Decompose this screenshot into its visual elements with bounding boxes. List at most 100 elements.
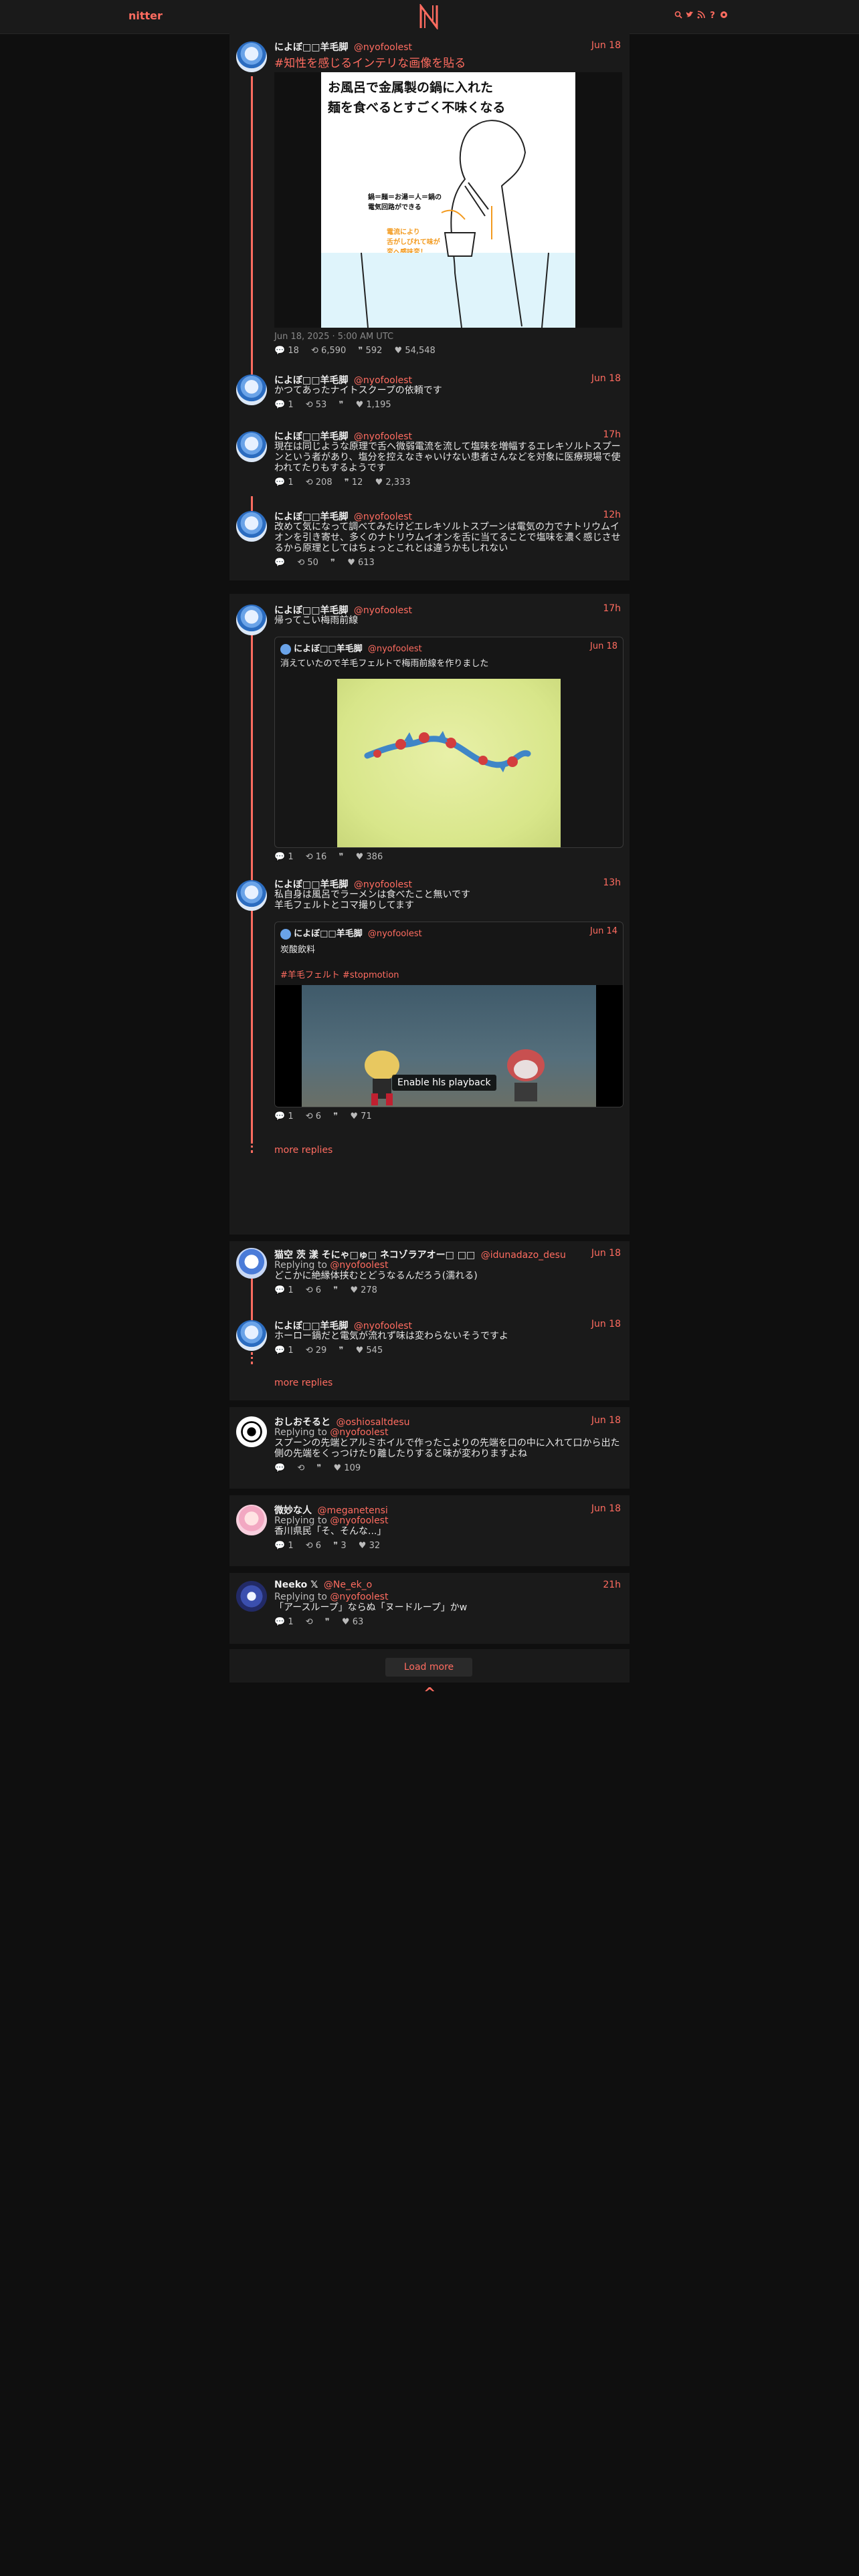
avatar[interactable] xyxy=(236,374,267,405)
avatar[interactable] xyxy=(236,511,267,542)
like-count[interactable]: ♥ 1,195 xyxy=(356,400,391,410)
quote-count[interactable]: ❞ 3 xyxy=(333,1541,346,1551)
quote-count[interactable]: ❞ xyxy=(339,852,346,862)
retweet-count[interactable]: ⟲ 53 xyxy=(306,400,327,410)
like-count[interactable]: ♥ 386 xyxy=(356,852,383,862)
quote-count[interactable]: ❞ xyxy=(339,1346,346,1356)
fullname[interactable]: によぼ□□羊毛脚 xyxy=(274,605,348,616)
fullname[interactable]: によぼ□□羊毛脚 xyxy=(274,431,348,442)
username[interactable]: @nyofoolest xyxy=(354,431,412,442)
fullname[interactable]: によぼ□□羊毛脚 xyxy=(274,375,348,386)
avatar[interactable] xyxy=(236,431,267,462)
tweet-date[interactable]: 17h xyxy=(603,429,621,440)
avatar[interactable] xyxy=(236,41,267,72)
avatar[interactable] xyxy=(236,1248,267,1279)
search-icon[interactable] xyxy=(674,11,682,21)
fullname[interactable]: 微妙な人 xyxy=(274,1505,312,1516)
replying-to-user[interactable]: @nyofoolest xyxy=(330,1427,388,1438)
help-icon[interactable]: ? xyxy=(708,11,717,21)
username[interactable]: @nyofoolest xyxy=(354,1321,412,1331)
like-count[interactable]: ♥ 54,548 xyxy=(395,346,436,356)
fullname[interactable]: によぼ□□羊毛脚 xyxy=(274,42,348,53)
like-count[interactable]: ♥ 545 xyxy=(356,1346,383,1356)
username[interactable]: @nyofoolest xyxy=(354,375,412,386)
fullname[interactable]: によぼ□□羊毛脚 xyxy=(294,644,363,654)
quote-count[interactable]: ❞ xyxy=(325,1617,332,1627)
tweet-date[interactable]: Jun 18 xyxy=(591,373,621,384)
username[interactable]: @nyofoolest xyxy=(354,879,412,890)
settings-icon[interactable] xyxy=(720,11,728,21)
brand-link[interactable]: nitter xyxy=(128,9,163,22)
reply-count[interactable]: 💬 xyxy=(274,558,288,568)
tweet-date[interactable]: Jun 14 xyxy=(590,926,617,936)
tweet-date[interactable]: Jun 18 xyxy=(590,641,617,651)
retweet-count[interactable]: ⟲ xyxy=(306,1617,316,1627)
quote-count[interactable]: ❞ xyxy=(339,400,346,410)
like-count[interactable]: ♥ 2,333 xyxy=(375,477,411,488)
like-count[interactable]: ♥ 71 xyxy=(350,1111,371,1121)
quote-count[interactable]: ❞ xyxy=(333,1285,341,1295)
fullname[interactable]: おしおそると xyxy=(274,1417,330,1428)
avatar[interactable] xyxy=(236,605,267,635)
replying-to-user[interactable]: @nyofoolest xyxy=(330,1515,388,1526)
tweet-date[interactable]: Jun 18 xyxy=(591,1248,621,1259)
more-replies-link[interactable]: more replies xyxy=(274,1378,332,1388)
username[interactable]: @meganetensi xyxy=(317,1505,387,1516)
like-count[interactable]: ♥ 109 xyxy=(334,1463,361,1473)
reply-tweet[interactable]: によぼ□□羊毛脚 @nyofoolest Jun 18 かつてあったナイトスクー… xyxy=(274,373,621,412)
avatar[interactable] xyxy=(236,1581,267,1612)
tweet-date[interactable]: 17h xyxy=(603,603,621,614)
reply-count[interactable]: 💬 1 xyxy=(274,1617,294,1627)
tweet-date[interactable]: 21h xyxy=(603,1580,621,1590)
reply-count[interactable]: 💬 18 xyxy=(274,346,299,356)
quote-image[interactable] xyxy=(337,679,561,847)
tweet-date[interactable]: Jun 18 xyxy=(591,1503,621,1514)
tweet-date[interactable]: Jun 18 xyxy=(591,1415,621,1426)
fullname[interactable]: 猫空 茨 漾 そにゃ□ゅ□ ネコゾラアオー□ □□ xyxy=(274,1250,475,1261)
username[interactable]: @nyofoolest xyxy=(368,644,422,654)
hashtag-links[interactable]: #羊毛フェルト #stopmotion xyxy=(280,968,399,980)
reply-count[interactable]: 💬 1 xyxy=(274,852,294,862)
tweet-image[interactable]: お風呂で金属製の鍋に入れた 麺を食べるとすごく不味くなる 鍋＝麺＝お湯＝人＝鍋の… xyxy=(274,72,622,328)
tweet-date[interactable]: Jun 18 xyxy=(591,1319,621,1329)
quote-video[interactable]: Enable hls playback xyxy=(275,985,623,1107)
rss-icon[interactable] xyxy=(697,11,705,21)
retweet-count[interactable]: ⟲ xyxy=(297,1463,307,1473)
username[interactable]: @nyofoolest xyxy=(354,605,412,616)
quoted-tweet[interactable]: によぼ□□羊毛脚 @nyofoolest Jun 14 炭酸飲料 #羊毛フェルト… xyxy=(274,922,624,1107)
retweet-count[interactable]: ⟲ 29 xyxy=(306,1346,327,1356)
username[interactable]: @Ne_ek_o xyxy=(324,1580,372,1590)
username[interactable]: @nyofoolest xyxy=(354,42,412,53)
replying-to-user[interactable]: @nyofoolest xyxy=(330,1260,388,1271)
quoted-tweet[interactable]: によぼ□□羊毛脚 @nyofoolest Jun 18 消えていたので羊毛フェル… xyxy=(274,637,624,848)
tweet-timestamp[interactable]: Jun 18, 2025 · 5:00 AM UTC xyxy=(274,332,621,342)
quote-count[interactable]: ❞ xyxy=(333,1111,341,1121)
like-count[interactable]: ♥ 278 xyxy=(350,1285,377,1295)
like-count[interactable]: ♥ 32 xyxy=(359,1541,380,1551)
retweet-count[interactable]: ⟲ 6 xyxy=(306,1285,321,1295)
retweet-count[interactable]: ⟲ 208 xyxy=(306,477,332,488)
fullname[interactable]: によぼ□□羊毛脚 xyxy=(294,929,363,939)
reply-count[interactable]: 💬 1 xyxy=(274,400,294,410)
retweet-count[interactable]: ⟲ 16 xyxy=(306,852,327,862)
load-more-button[interactable]: Load more xyxy=(385,1658,472,1677)
username[interactable]: @idunadazo_desu xyxy=(481,1250,566,1261)
tweet-date[interactable]: Jun 18 xyxy=(591,40,621,51)
scroll-top-icon[interactable]: ^ xyxy=(423,1685,436,1702)
quote-count[interactable]: ❞ xyxy=(316,1463,324,1473)
hashtag-link[interactable]: #知性を感じるインテリな画像を貼る xyxy=(274,53,621,70)
username[interactable]: @nyofoolest xyxy=(354,512,412,522)
tweet-date[interactable]: 12h xyxy=(603,510,621,520)
avatar[interactable] xyxy=(236,1416,267,1447)
more-replies-link[interactable]: more replies xyxy=(274,1145,332,1156)
nitter-logo-icon[interactable] xyxy=(419,4,439,29)
fullname[interactable]: によぼ□□羊毛脚 xyxy=(274,1321,348,1331)
tweet-date[interactable]: 13h xyxy=(603,877,621,888)
reply-count[interactable]: 💬 1 xyxy=(274,1111,294,1121)
reply-count[interactable]: 💬 1 xyxy=(274,477,294,488)
enable-hls-playback-button[interactable]: Enable hls playback xyxy=(392,1075,496,1091)
like-count[interactable]: ♥ 613 xyxy=(347,558,375,568)
retweet-count[interactable]: ⟲ 6,590 xyxy=(311,346,346,356)
fullname[interactable]: によぼ□□羊毛脚 xyxy=(274,879,348,890)
reply-count[interactable]: 💬 1 xyxy=(274,1541,294,1551)
